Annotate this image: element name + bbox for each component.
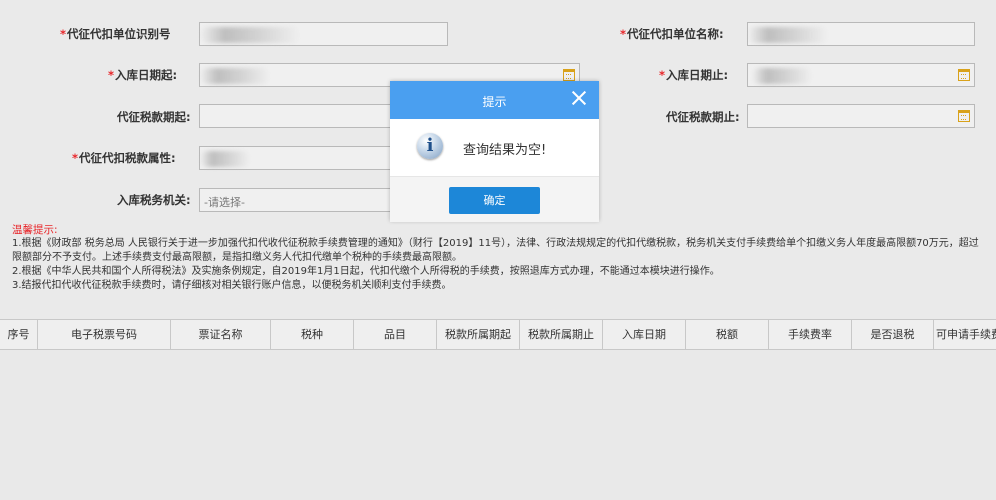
close-icon[interactable]	[571, 90, 587, 106]
dialog-footer: 确定	[390, 176, 599, 222]
info-icon: i	[417, 133, 443, 159]
dialog-header: 提示	[390, 81, 599, 119]
dialog-title: 提示	[482, 95, 507, 109]
dialog-message: 查询结果为空!	[463, 143, 547, 158]
ok-button[interactable]: 确定	[449, 187, 540, 214]
modal-overlay	[0, 0, 996, 500]
alert-dialog: 提示 i 查询结果为空! 确定	[390, 81, 599, 222]
